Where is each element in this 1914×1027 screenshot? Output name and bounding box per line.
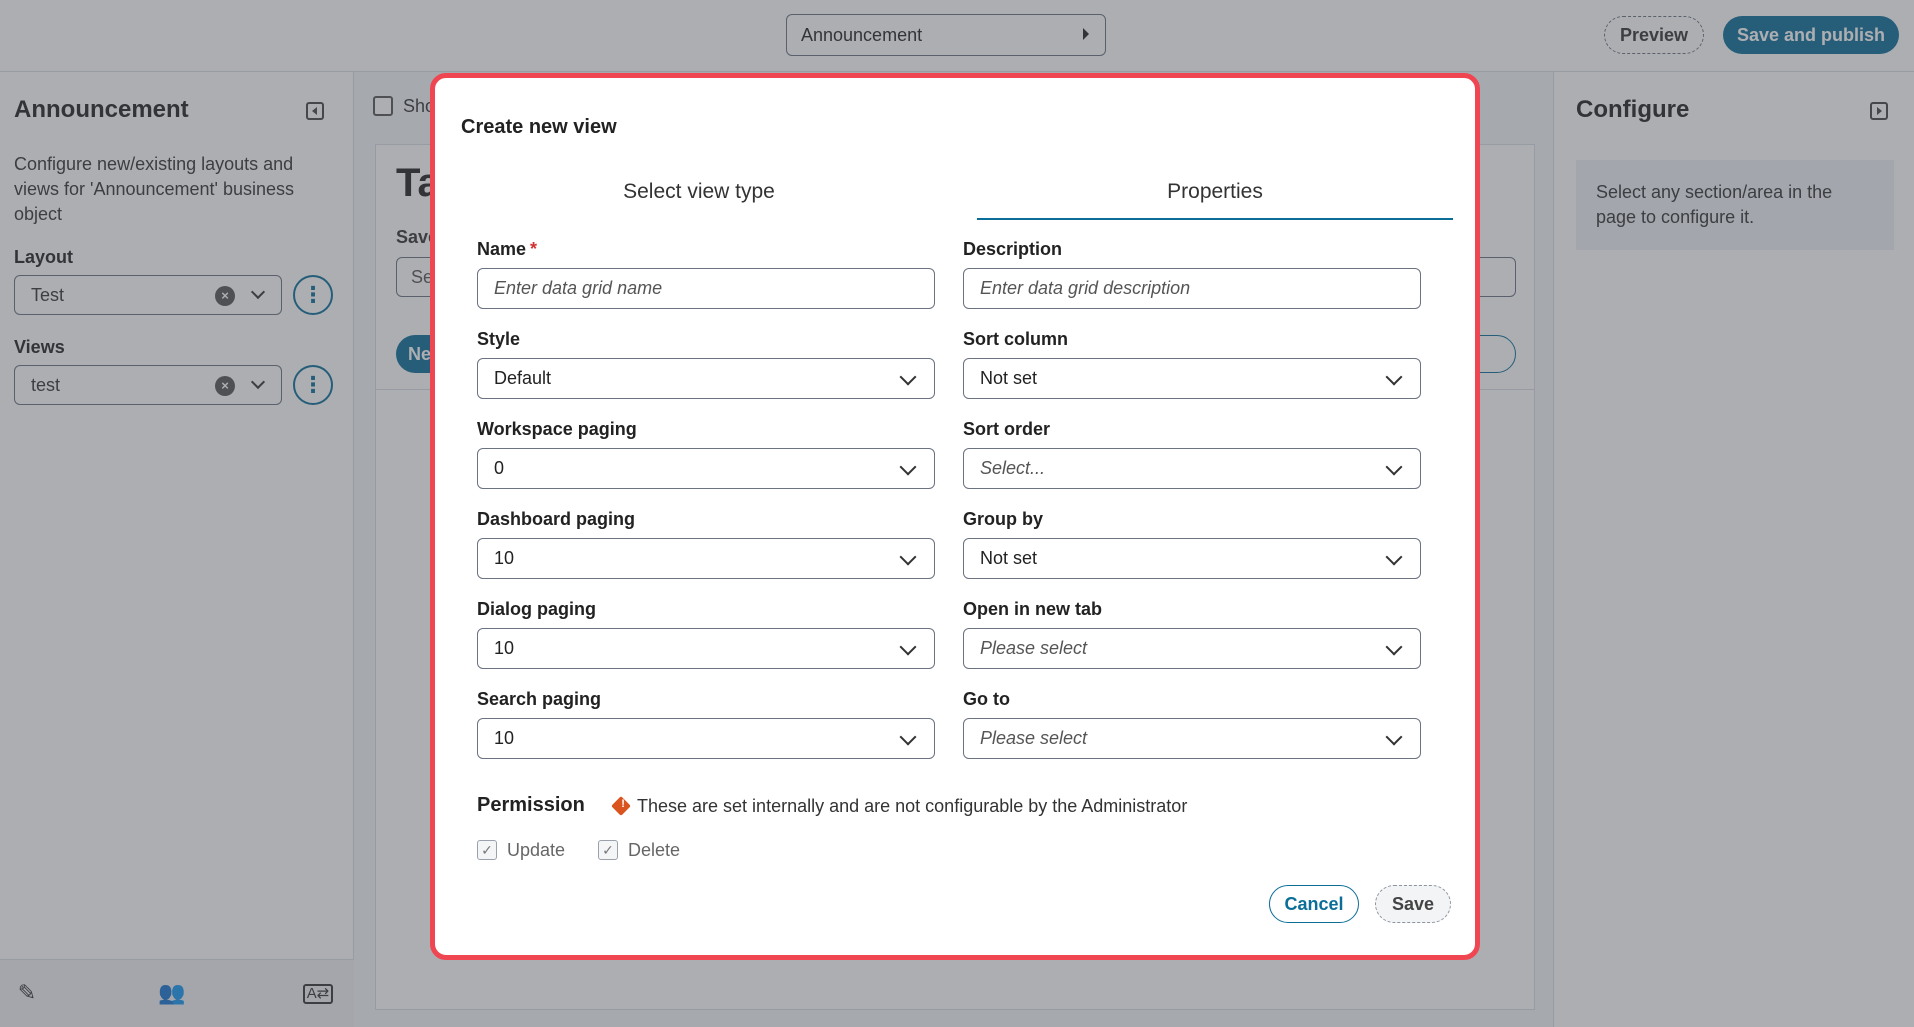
workspace-paging-select-value: 0 — [494, 458, 505, 478]
go-to-label: Go to — [963, 689, 1010, 709]
dashboard-paging-select-value: 10 — [494, 548, 515, 568]
name-input[interactable]: Enter data grid name — [477, 268, 935, 309]
tab-properties[interactable]: Properties — [977, 180, 1453, 220]
open-new-tab-select[interactable]: Please select — [963, 628, 1421, 669]
delete-label: Delete — [628, 840, 681, 860]
chevron-down-icon — [1385, 458, 1403, 476]
required-marker: * — [530, 239, 538, 259]
sort-order-select[interactable]: Select... — [963, 448, 1421, 489]
open-new-tab-label: Open in new tab — [963, 599, 1103, 619]
style-select[interactable]: Default — [477, 358, 935, 399]
chevron-down-icon — [899, 548, 917, 566]
warning-icon: ! — [611, 796, 631, 816]
search-paging-select-value: 10 — [494, 728, 515, 748]
sort-column-label: Sort column — [963, 329, 1069, 349]
delete-checkbox[interactable]: ✓ — [598, 840, 618, 860]
group-by-select[interactable]: Not set — [963, 538, 1421, 579]
sort-order-label: Sort order — [963, 419, 1051, 439]
workspace-paging-select[interactable]: 0 — [477, 448, 935, 489]
chevron-down-icon — [1385, 368, 1403, 386]
permission-note: These are set internally and are not con… — [637, 796, 1188, 816]
chevron-down-icon — [1385, 638, 1403, 656]
chevron-down-icon — [899, 458, 917, 476]
description-input-placeholder: Enter data grid description — [980, 278, 1191, 298]
sort-order-select-value: Select... — [980, 458, 1046, 478]
dialog-paging-select-value: 10 — [494, 638, 515, 658]
description-label: Description — [963, 239, 1063, 259]
tab-select-view-type[interactable]: Select view type — [485, 180, 913, 216]
style-select-value: Default — [494, 368, 552, 388]
open-new-tab-select-value: Please select — [980, 638, 1088, 658]
sort-column-select[interactable]: Not set — [963, 358, 1421, 399]
chevron-down-icon — [899, 728, 917, 746]
dialog-title: Create new view — [461, 116, 617, 138]
go-to-select-value: Please select — [980, 728, 1088, 748]
name-label: Name * — [477, 239, 537, 260]
workspace-paging-label: Workspace paging — [477, 419, 637, 439]
chevron-down-icon — [1385, 728, 1403, 746]
search-paging-select[interactable]: 10 — [477, 718, 935, 759]
cancel-button[interactable]: Cancel — [1269, 885, 1359, 923]
go-to-select[interactable]: Please select — [963, 718, 1421, 759]
style-label: Style — [477, 329, 521, 349]
permission-title: Permission — [477, 794, 585, 816]
update-checkbox[interactable]: ✓ — [477, 840, 497, 860]
dialog-paging-label: Dialog paging — [477, 599, 596, 619]
search-paging-label: Search paging — [477, 689, 602, 709]
name-input-placeholder: Enter data grid name — [494, 278, 663, 298]
group-by-select-value: Not set — [980, 548, 1038, 568]
create-view-dialog: Create new view Select view type Propert… — [430, 73, 1480, 960]
group-by-label: Group by — [963, 509, 1043, 529]
save-button[interactable]: Save — [1375, 885, 1451, 923]
sort-column-select-value: Not set — [980, 368, 1038, 388]
dialog-paging-select[interactable]: 10 — [477, 628, 935, 669]
description-input[interactable]: Enter data grid description — [963, 268, 1421, 309]
chevron-down-icon — [899, 368, 917, 386]
chevron-down-icon — [1385, 548, 1403, 566]
update-label: Update — [507, 840, 566, 860]
dashboard-paging-label: Dashboard paging — [477, 509, 636, 529]
name-label-text: Name — [477, 239, 527, 259]
dashboard-paging-select[interactable]: 10 — [477, 538, 935, 579]
chevron-down-icon — [899, 638, 917, 656]
